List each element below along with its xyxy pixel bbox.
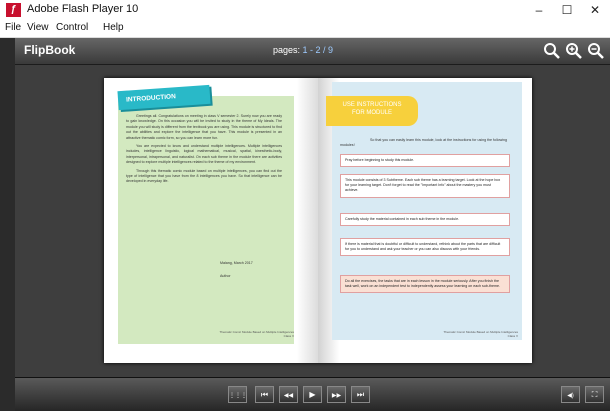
rewind-icon: ◀◀: [283, 393, 294, 399]
play-icon: ▶: [309, 390, 316, 399]
window-title: Adobe Flash Player 10: [27, 3, 139, 15]
intro-paragraph: Through this thematic comic module based…: [126, 168, 282, 184]
sound-button[interactable]: ◀): [561, 386, 580, 403]
right-page[interactable]: USE INSTRUCTIONS FOR MODULE So that you …: [318, 78, 532, 363]
playback-controls: ⋮⋮⋮ ⏮ ◀◀ ▶ ▶▶ ⏭ ◀) ⛶: [15, 377, 610, 411]
speaker-icon: ◀): [567, 393, 574, 399]
thumbnails-button[interactable]: ⋮⋮⋮: [228, 386, 247, 403]
page-indicator: pages: 1 - 2 / 9: [273, 45, 333, 55]
next-page-button[interactable]: ▶▶: [327, 386, 346, 403]
use-instructions-heading: USE INSTRUCTIONS FOR MODULE: [326, 96, 418, 126]
menu-bar: File View Control Help: [0, 21, 610, 38]
last-page-button[interactable]: ⏭: [351, 386, 370, 403]
intro-paragraph: You are expected to know and understand …: [126, 144, 282, 165]
previous-page-button[interactable]: ◀◀: [279, 386, 298, 403]
intro-paragraph: Greetings all. Congratulations on meetin…: [126, 114, 282, 140]
instruction-box: Pray before beginning to study this modu…: [340, 154, 510, 168]
zoom-in-icon[interactable]: [565, 41, 583, 61]
heading-line: FOR MODULE: [351, 109, 392, 116]
first-page-icon: ⏮: [260, 390, 269, 399]
pages-value: 1 - 2 / 9: [302, 45, 334, 55]
flipbook-brand: FlipBook: [24, 43, 76, 57]
pages-label: pages:: [273, 45, 301, 55]
menu-help[interactable]: Help: [103, 22, 124, 33]
instructions-intro: So that you can easily learn this module…: [340, 138, 508, 148]
instruction-box: Carefully study the material contained i…: [340, 213, 510, 227]
left-page[interactable]: INTRODUCTION Greetings all. Congratulati…: [104, 78, 318, 363]
first-page-button[interactable]: ⏮: [255, 386, 274, 403]
fast-forward-icon: ▶▶: [331, 393, 342, 399]
introduction-text: Greetings all. Congratulations on meetin…: [126, 114, 282, 188]
title-bar: ƒ Adobe Flash Player 10 – ☐ ✕: [0, 0, 610, 21]
last-page-icon: ⏭: [356, 390, 365, 399]
fullscreen-icon: ⛶: [591, 390, 598, 399]
instruction-box: This module consists of 3 Subtheme. Each…: [340, 174, 510, 198]
zoom-out-icon[interactable]: [587, 41, 605, 61]
instruction-box: If there is material that is doubtful or…: [340, 238, 510, 257]
minimize-button[interactable]: –: [524, 0, 554, 21]
open-book[interactable]: INTRODUCTION Greetings all. Congratulati…: [104, 78, 532, 363]
maximize-button[interactable]: ☐: [552, 0, 582, 21]
close-button[interactable]: ✕: [580, 0, 610, 21]
page-footer: Thematic Comic Module Based on Multiple …: [443, 330, 518, 338]
zoom-fit-icon[interactable]: [543, 41, 561, 61]
flipbook-viewer: FlipBook pages: 1 - 2 / 9 INTRODUCTION G…: [15, 38, 610, 411]
place-date: Malang, March 2017: [220, 261, 253, 265]
viewer-toolbar: FlipBook pages: 1 - 2 / 9: [15, 38, 610, 65]
menu-view[interactable]: View: [27, 22, 49, 33]
play-button[interactable]: ▶: [303, 386, 322, 403]
book-stage: INTRODUCTION Greetings all. Congratulati…: [15, 65, 610, 377]
page-footer: Thematic Comic Module Based on Multiple …: [219, 330, 294, 338]
flash-player-icon: ƒ: [6, 3, 21, 17]
author-label: Author: [220, 274, 231, 278]
grid-icon: ⋮⋮⋮: [229, 393, 247, 399]
fullscreen-button[interactable]: ⛶: [585, 386, 604, 403]
heading-line: USE INSTRUCTIONS: [342, 102, 402, 108]
instruction-box: Do all the exercises, the tasks that are…: [340, 275, 510, 294]
menu-control[interactable]: Control: [56, 22, 88, 33]
menu-file[interactable]: File: [5, 22, 21, 33]
